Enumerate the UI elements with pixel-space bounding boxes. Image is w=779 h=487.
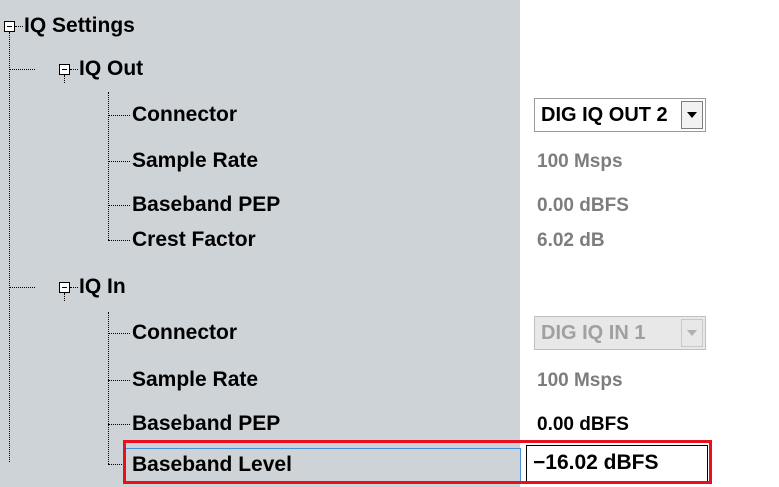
tree-node-iq-settings[interactable]: IQ Settings <box>24 14 135 38</box>
chevron-down-icon[interactable] <box>681 101 703 129</box>
iq-out-sample-rate-value: 100 Msps <box>537 151 623 172</box>
chevron-down-icon <box>681 319 703 347</box>
tree-line <box>15 26 23 27</box>
iq-out-connector-label: Connector <box>132 103 237 126</box>
iq-out-crest-value: 6.02 dB <box>537 230 605 251</box>
tree-line <box>108 333 130 334</box>
iq-settings-panel: IQ Settings IQ Out Connector DIG IQ OUT … <box>0 0 779 487</box>
iq-in-connector-value: DIG IQ IN 1 <box>541 322 646 344</box>
tree-line <box>108 115 130 116</box>
tree-line <box>64 75 65 83</box>
tree-line <box>64 293 65 301</box>
iq-out-pep-label: Baseband PEP <box>132 193 281 216</box>
iq-in-pep-label: Baseband PEP <box>132 412 281 435</box>
collapse-icon[interactable] <box>4 21 15 32</box>
iq-in-sample-rate-label: Sample Rate <box>132 368 259 391</box>
tree-line <box>9 32 10 462</box>
tree-node-iq-out[interactable]: IQ Out <box>79 57 143 81</box>
iq-out-connector-value: DIG IQ OUT 2 <box>541 104 668 126</box>
iq-out-connector-select[interactable]: DIG IQ OUT 2 <box>534 98 706 132</box>
iq-out-crest-label: Crest Factor <box>132 228 256 251</box>
tree-line <box>108 312 109 464</box>
tree-line <box>108 424 130 425</box>
tree-line <box>108 380 130 381</box>
collapse-icon[interactable] <box>59 282 70 293</box>
tree-line <box>108 205 130 206</box>
tree-line <box>10 69 35 70</box>
iq-out-pep-value: 0.00 dBFS <box>537 195 629 216</box>
iq-in-sample-rate-value: 100 Msps <box>537 370 623 391</box>
collapse-icon[interactable] <box>59 64 70 75</box>
tree-line <box>10 287 35 288</box>
highlight-frame <box>123 440 712 484</box>
iq-in-connector-select: DIG IQ IN 1 <box>534 316 706 350</box>
iq-in-pep-value: 0.00 dBFS <box>537 414 629 435</box>
iq-out-sample-rate-label: Sample Rate <box>132 149 259 172</box>
tree-line <box>70 287 78 288</box>
tree-line <box>108 240 130 241</box>
tree-node-iq-in[interactable]: IQ In <box>79 275 126 299</box>
iq-in-connector-label: Connector <box>132 321 237 344</box>
tree-line <box>108 161 130 162</box>
tree-line <box>70 69 78 70</box>
